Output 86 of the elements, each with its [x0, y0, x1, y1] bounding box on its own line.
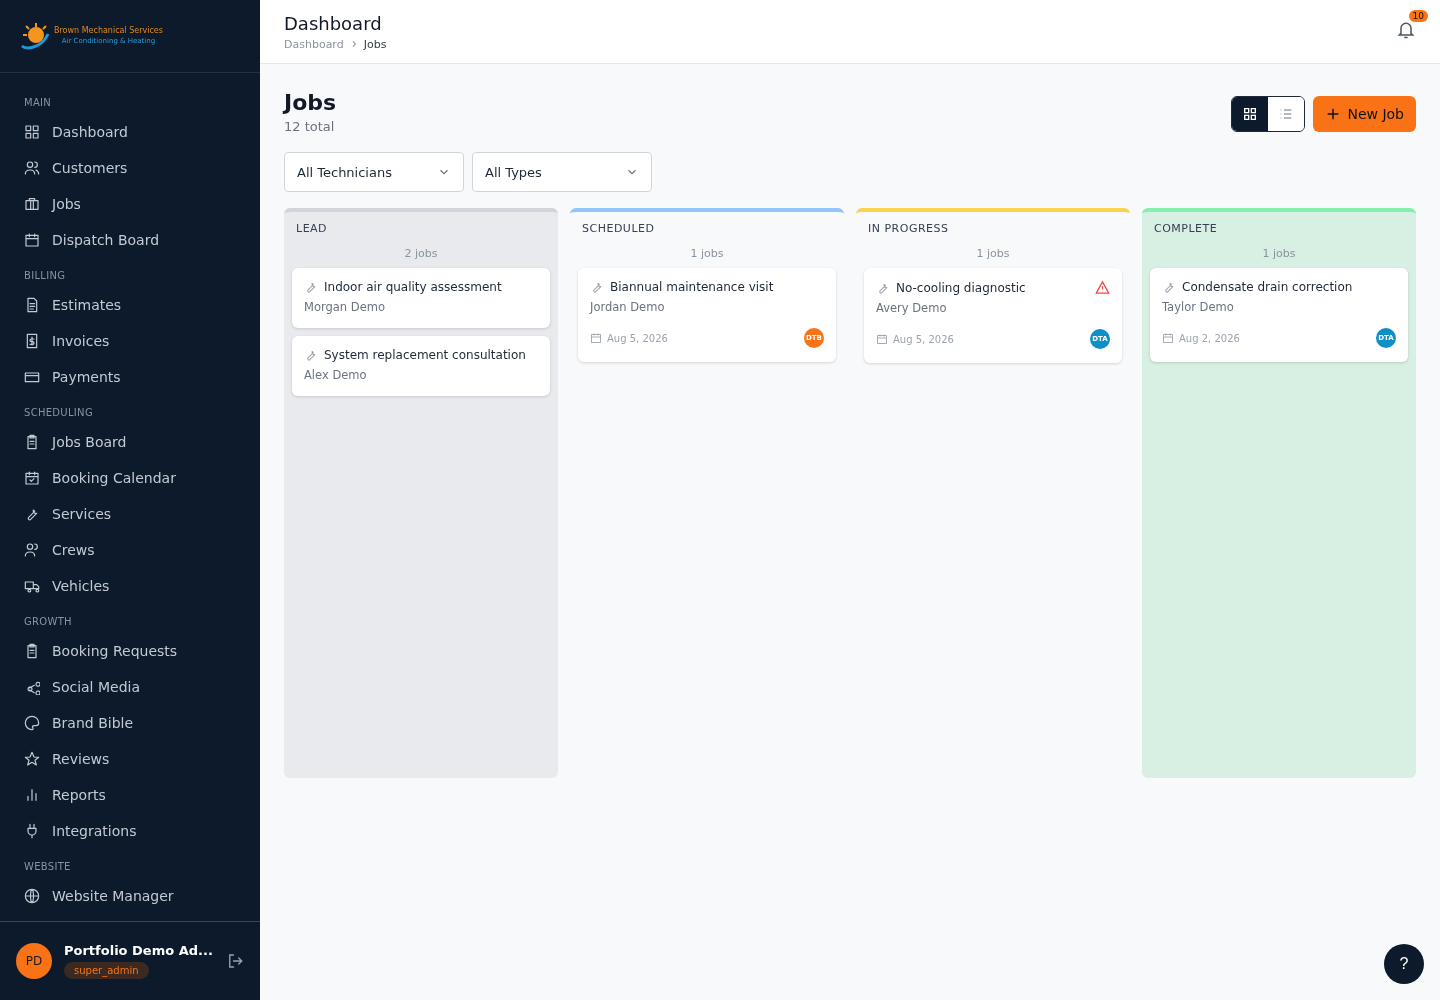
- nav-item[interactable]: Social Media: [0, 669, 260, 705]
- palette-icon: [24, 715, 40, 731]
- job-title: Condensate drain correction: [1182, 280, 1354, 294]
- job-title: System replacement consultation: [324, 348, 527, 362]
- nav-item[interactable]: Dashboard: [0, 114, 260, 150]
- bar-chart-icon: [24, 787, 40, 803]
- share-icon: [24, 679, 40, 695]
- header-title: Dashboard: [284, 12, 383, 34]
- job-count: 12 total: [284, 119, 336, 134]
- column-count: 2 jobs: [403, 247, 439, 260]
- column-count: 1 jobs: [1261, 247, 1297, 260]
- user-avatar: PD: [16, 943, 52, 979]
- job-title: Indoor air quality assessment: [324, 280, 503, 294]
- calendar-icon: [24, 232, 40, 248]
- job-title: Biannual maintenance visit: [610, 280, 775, 294]
- nav-item[interactable]: Jobs: [0, 186, 260, 222]
- job-card[interactable]: System replacement consultation Alex Demo: [292, 336, 550, 396]
- section-heading: GROWTH: [23, 615, 73, 629]
- job-date: Aug 5, 2026: [607, 332, 669, 344]
- column-title: COMPLETE: [1153, 221, 1219, 237]
- people-icon: [24, 160, 40, 176]
- list-view-button[interactable]: [1268, 97, 1305, 131]
- clipboard-icon: [24, 434, 40, 450]
- column-title: LEAD: [295, 221, 329, 237]
- nav-item[interactable]: Vehicles: [0, 568, 260, 604]
- calendar-icon: [1162, 332, 1174, 344]
- customer-name: Morgan Demo: [304, 300, 386, 314]
- plug-icon: [24, 823, 40, 839]
- column-count: 1 jobs: [689, 247, 725, 260]
- nav-item[interactable]: Customers: [0, 150, 260, 186]
- briefcase-icon: [24, 196, 40, 212]
- customer-name: Avery Demo: [876, 301, 948, 315]
- calendar-icon: [590, 332, 602, 344]
- nav-item[interactable]: Booking Calendar: [0, 460, 260, 496]
- column-title: SCHEDULED: [581, 221, 656, 237]
- job-title: No-cooling diagnostic: [896, 280, 1027, 295]
- nav-item[interactable]: Jobs Board: [0, 424, 260, 460]
- nav-item[interactable]: Payments: [0, 359, 260, 395]
- notification-badge: 10: [1408, 9, 1428, 22]
- nav-item[interactable]: Reviews: [0, 741, 260, 777]
- nav-item[interactable]: Integrations: [0, 813, 260, 849]
- logout-icon[interactable]: [226, 952, 244, 970]
- nav-item[interactable]: Booking Requests: [0, 633, 260, 669]
- card-icon: [24, 369, 40, 385]
- nav-item[interactable]: Crews: [0, 532, 260, 568]
- section-heading: WEBSITE: [23, 860, 72, 874]
- customer-name: Taylor Demo: [1162, 300, 1235, 314]
- globe-icon: [24, 888, 40, 904]
- nav-item[interactable]: Brand Bible: [0, 705, 260, 741]
- calendar-icon: [24, 470, 40, 486]
- section-heading: MAIN: [23, 96, 53, 110]
- logo-name: Brown Mechanical Services: [54, 26, 163, 36]
- column-count: 1 jobs: [975, 247, 1011, 260]
- logo-icon: [18, 20, 52, 52]
- grid-icon: [1242, 106, 1259, 122]
- grid-view-button[interactable]: [1232, 97, 1269, 131]
- breadcrumb-link[interactable]: Jobs: [363, 37, 387, 51]
- help-button[interactable]: ?: [1384, 944, 1424, 984]
- section-heading: BILLING: [23, 269, 67, 283]
- page-title: Jobs: [284, 90, 337, 115]
- nav-item[interactable]: Dispatch Board: [0, 222, 260, 258]
- receipt-icon: [24, 333, 40, 349]
- truck-icon: [24, 578, 40, 594]
- job-date: Aug 5, 2026: [893, 333, 955, 345]
- job-date: Aug 2, 2026: [1179, 332, 1241, 344]
- job-card[interactable]: Indoor air quality assessment Morgan Demo: [292, 268, 550, 328]
- customer-name: Alex Demo: [304, 368, 368, 382]
- customer-name: Jordan Demo: [590, 300, 666, 314]
- nav-item[interactable]: Website Manager: [0, 878, 260, 914]
- calendar-icon: [876, 333, 888, 345]
- clipboard-icon: [24, 643, 40, 659]
- nav-item[interactable]: Services: [0, 496, 260, 532]
- nav-item[interactable]: Estimates: [0, 287, 260, 323]
- filter-dropdown[interactable]: All Types: [472, 152, 652, 192]
- people-icon: [24, 542, 40, 558]
- user-name: Portfolio Demo Ad...: [64, 943, 213, 958]
- filter-dropdown[interactable]: All Technicians: [284, 152, 464, 192]
- section-heading: SCHEDULING: [23, 406, 94, 420]
- column-title: IN PROGRESS: [867, 221, 950, 237]
- document-icon: [24, 297, 40, 313]
- star-icon: [24, 751, 40, 767]
- grid-icon: [24, 124, 40, 140]
- nav-item[interactable]: Reports: [0, 777, 260, 813]
- new-job-button[interactable]: New Job: [1313, 96, 1416, 132]
- nav-item[interactable]: Invoices: [0, 323, 260, 359]
- role-badge: super_admin: [64, 962, 149, 979]
